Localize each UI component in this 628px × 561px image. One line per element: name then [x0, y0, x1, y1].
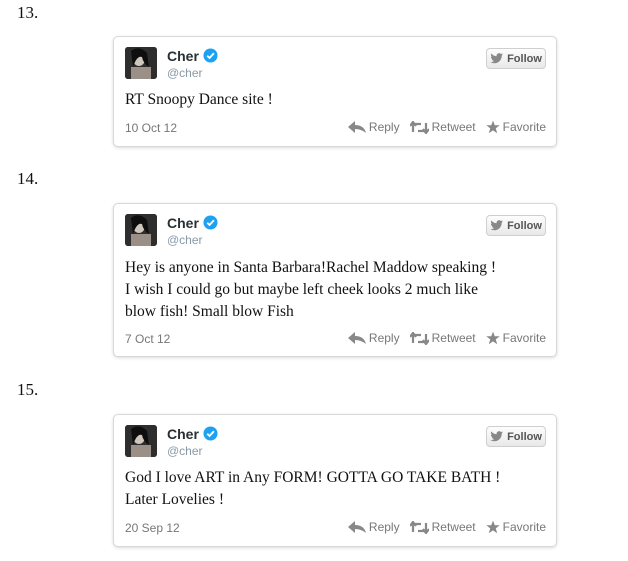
favorite-button[interactable]: Favorite — [485, 520, 546, 534]
follow-label: Follow — [507, 219, 542, 232]
tweet-text: Hey is anyone in Santa Barbara!Rachel Ma… — [125, 259, 497, 320]
retweet-button[interactable]: Retweet — [409, 520, 476, 534]
reply-arrow-icon — [347, 521, 366, 533]
tweet-card: Cher @cher Follow God I love ART in Any … — [113, 414, 557, 547]
avatar-image — [125, 214, 157, 246]
twitter-bird-icon — [490, 53, 504, 64]
retweet-label: Retweet — [431, 331, 476, 345]
reply-button[interactable]: Reply — [347, 331, 400, 345]
tweet-author-handle[interactable]: @cher — [167, 444, 203, 458]
follow-label: Follow — [507, 52, 542, 65]
tweet-text: God I love ART in Any FORM! GOTTA GO TAK… — [125, 469, 501, 508]
reply-label: Reply — [368, 520, 400, 534]
retweet-label: Retweet — [431, 120, 476, 134]
twitter-bird-icon — [490, 431, 504, 442]
avatar[interactable] — [125, 425, 157, 457]
tweet-actions: Reply Retweet Favorite — [347, 331, 546, 345]
favorite-button[interactable]: Favorite — [485, 331, 546, 345]
tweet-timestamp[interactable]: 7 Oct 12 — [125, 332, 170, 346]
tweet-card: Cher @cher Follow RT Snoopy Dance site !… — [113, 36, 557, 147]
twitter-bird-icon — [490, 220, 504, 231]
favorite-label: Favorite — [502, 520, 546, 534]
favorite-label: Favorite — [502, 120, 546, 134]
avatar-image — [125, 425, 157, 457]
reply-button[interactable]: Reply — [347, 120, 400, 134]
retweet-button[interactable]: Retweet — [409, 120, 476, 134]
follow-button[interactable]: Follow — [486, 426, 546, 447]
tweet-number: 14. — [17, 169, 39, 188]
retweet-icon — [409, 331, 429, 345]
author-name-text: Cher — [167, 48, 199, 64]
verified-badge-icon — [203, 215, 218, 230]
star-icon — [485, 520, 500, 534]
tweet-text: RT Snoopy Dance site ! — [125, 91, 273, 108]
verified-badge-icon — [203, 426, 218, 441]
tweet-author-name[interactable]: Cher — [167, 215, 218, 231]
follow-label: Follow — [507, 430, 542, 443]
star-icon — [485, 331, 500, 345]
tweet-author-name[interactable]: Cher — [167, 426, 218, 442]
verified-badge-icon — [203, 48, 218, 63]
avatar-image — [125, 47, 157, 79]
tweet-number: 15. — [17, 380, 39, 399]
author-name-text: Cher — [167, 426, 199, 442]
author-name-text: Cher — [167, 215, 199, 231]
reply-label: Reply — [368, 120, 400, 134]
favorite-button[interactable]: Favorite — [485, 120, 546, 134]
tweet-author-name[interactable]: Cher — [167, 48, 218, 64]
favorite-label: Favorite — [502, 331, 546, 345]
reply-arrow-icon — [347, 121, 366, 133]
star-icon — [485, 120, 500, 134]
tweet-timestamp[interactable]: 20 Sep 12 — [125, 521, 180, 535]
tweet-author-handle[interactable]: @cher — [167, 66, 203, 80]
tweet-card: Cher @cher Follow Hey is anyone in Santa… — [113, 203, 557, 357]
tweet-actions: Reply Retweet Favorite — [347, 520, 546, 534]
tweet-number: 13. — [17, 3, 39, 22]
reply-arrow-icon — [347, 332, 366, 344]
reply-label: Reply — [368, 331, 400, 345]
retweet-button[interactable]: Retweet — [409, 331, 476, 345]
retweet-icon — [409, 120, 429, 134]
follow-button[interactable]: Follow — [486, 48, 546, 69]
follow-button[interactable]: Follow — [486, 215, 546, 236]
avatar[interactable] — [125, 47, 157, 79]
retweet-label: Retweet — [431, 520, 476, 534]
reply-button[interactable]: Reply — [347, 520, 400, 534]
tweet-timestamp[interactable]: 10 Oct 12 — [125, 121, 177, 135]
retweet-icon — [409, 520, 429, 534]
avatar[interactable] — [125, 214, 157, 246]
tweet-actions: Reply Retweet Favorite — [347, 120, 546, 134]
tweet-author-handle[interactable]: @cher — [167, 233, 203, 247]
